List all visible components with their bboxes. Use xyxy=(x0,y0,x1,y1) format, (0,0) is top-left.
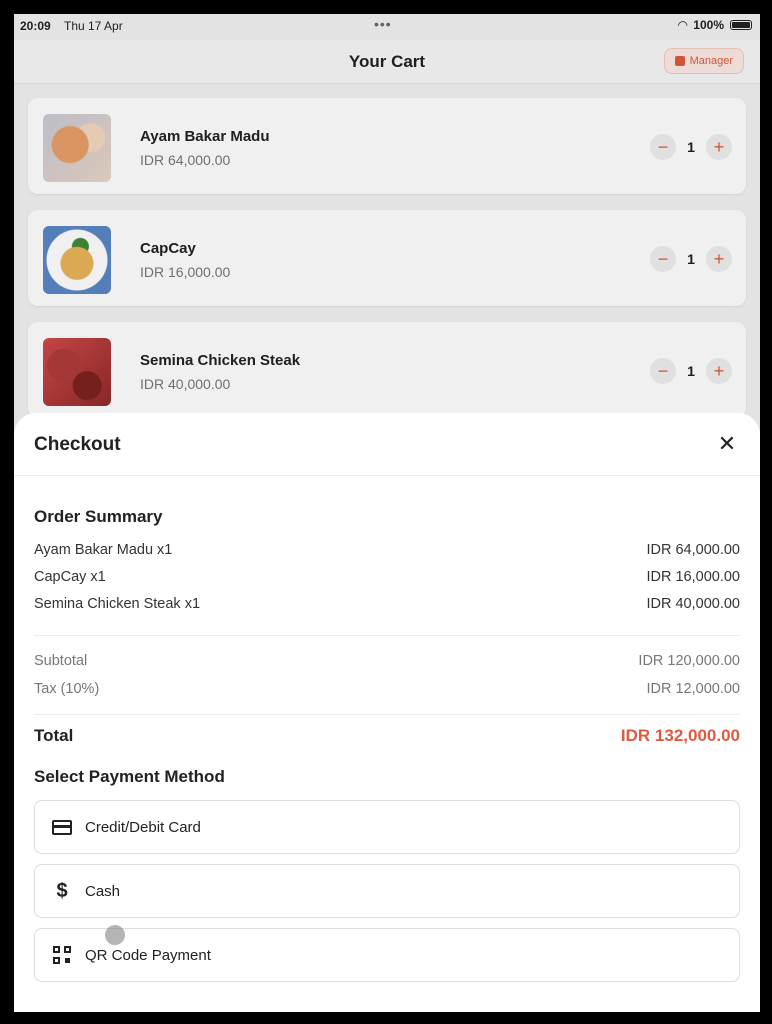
checkout-header: Checkout ✕ xyxy=(14,413,760,476)
subtotal-row: Subtotal IDR 120,000.00 xyxy=(34,653,740,669)
summary-line: Semina Chicken Steak x1 IDR 40,000.00 xyxy=(34,596,740,612)
tax-label: Tax (10%) xyxy=(34,681,100,697)
order-summary-title: Order Summary xyxy=(34,507,163,526)
tax-row: Tax (10%) IDR 12,000.00 xyxy=(34,681,740,697)
summary-line-amount: IDR 16,000.00 xyxy=(646,569,740,585)
qr-code-icon xyxy=(51,944,73,966)
total-label: Total xyxy=(34,726,74,745)
payment-option-cash[interactable]: $ Cash xyxy=(34,864,740,918)
total-amount: IDR 132,000.00 xyxy=(620,726,740,745)
divider xyxy=(34,714,740,715)
subtotal-amount: IDR 120,000.00 xyxy=(638,653,740,669)
close-icon[interactable]: ✕ xyxy=(714,431,740,457)
payment-method-title: Select Payment Method xyxy=(34,767,225,786)
summary-line: Ayam Bakar Madu x1 IDR 64,000.00 xyxy=(34,542,740,558)
touch-indicator xyxy=(105,925,125,945)
credit-card-icon xyxy=(51,816,73,838)
summary-line-amount: IDR 40,000.00 xyxy=(646,596,740,612)
total-row: Total IDR 132,000.00 xyxy=(34,726,740,746)
checkout-title: Checkout xyxy=(34,434,121,455)
summary-line-label: CapCay x1 xyxy=(34,569,106,585)
tax-amount: IDR 12,000.00 xyxy=(646,681,740,697)
payment-option-label: Credit/Debit Card xyxy=(85,818,201,836)
payment-option-card[interactable]: Credit/Debit Card xyxy=(34,800,740,854)
subtotal-label: Subtotal xyxy=(34,653,88,669)
summary-line-amount: IDR 64,000.00 xyxy=(646,542,740,558)
payment-option-qr[interactable]: QR Code Payment xyxy=(34,928,740,982)
payment-option-label: QR Code Payment xyxy=(85,946,211,964)
payment-option-label: Cash xyxy=(85,882,121,900)
summary-line-label: Ayam Bakar Madu x1 xyxy=(34,542,173,558)
summary-line: CapCay x1 IDR 16,000.00 xyxy=(34,569,740,585)
summary-line-label: Semina Chicken Steak x1 xyxy=(34,596,201,612)
divider xyxy=(34,635,740,636)
dollar-icon: $ xyxy=(56,879,68,902)
checkout-sheet: Checkout ✕ Order Summary Ayam Bakar Madu… xyxy=(14,413,760,1012)
app-screen: 20:09 Thu 17 Apr ••• ◠ 100% Your Cart Ma… xyxy=(14,14,760,1012)
